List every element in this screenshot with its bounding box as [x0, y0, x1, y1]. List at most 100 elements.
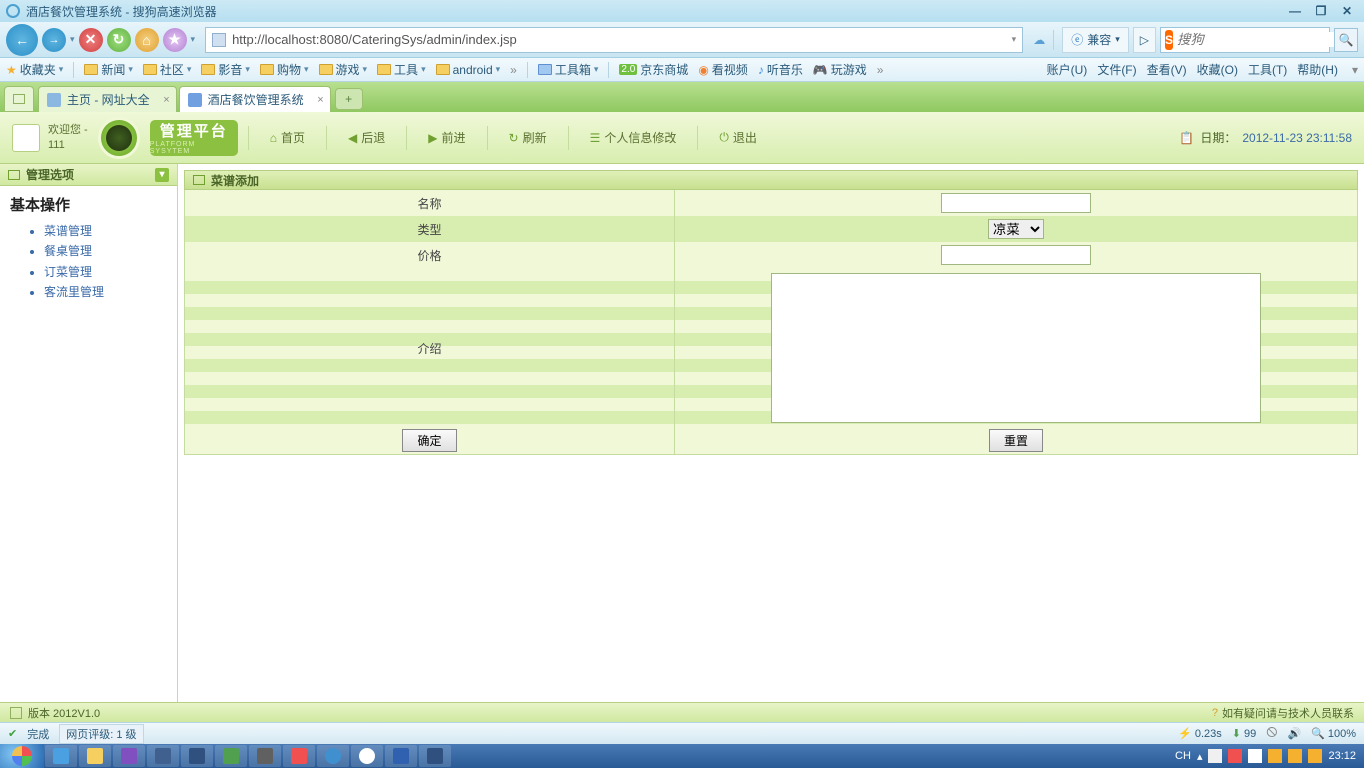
- nav-refresh[interactable]: ↻刷新: [498, 125, 558, 151]
- task-ie[interactable]: [45, 745, 77, 767]
- tray-icon[interactable]: [1288, 749, 1302, 763]
- sidebar-item-recipe[interactable]: 菜谱管理: [44, 221, 167, 241]
- quick-video[interactable]: ◉看视频: [698, 61, 748, 78]
- ime-indicator[interactable]: CH: [1175, 750, 1191, 762]
- menu-help[interactable]: 帮助(H): [1297, 61, 1338, 78]
- bm-community[interactable]: 社区▾: [143, 61, 192, 78]
- home-button[interactable]: ⌂: [135, 28, 159, 52]
- task-explorer[interactable]: [79, 745, 111, 767]
- go-button[interactable]: ▷: [1133, 27, 1156, 53]
- label-type: 类型: [185, 216, 675, 242]
- task-qq[interactable]: [351, 745, 383, 767]
- menu-fav[interactable]: 收藏(O): [1197, 61, 1238, 78]
- cloud-icon[interactable]: ☁: [1033, 33, 1045, 47]
- app-header: 欢迎您 - 111 管理平台 PLATFORM SYSYTEM ⌂首页 ◀后退 …: [0, 112, 1364, 164]
- quick-music[interactable]: ♪听音乐: [758, 61, 803, 78]
- browser-navbar: ← → ▾ ✕ ↻ ⌂ ★ ▾ ▾ ☁ ⓔ 兼容 ▾ ▷ S 🔍: [0, 22, 1364, 58]
- close-button[interactable]: ✕: [1336, 3, 1358, 19]
- task-word[interactable]: [385, 745, 417, 767]
- close-icon[interactable]: ×: [163, 94, 169, 106]
- toolbox-menu[interactable]: 工具箱▾: [538, 61, 599, 78]
- menu-account[interactable]: 账户(U): [1047, 61, 1088, 78]
- status-rating: 网页评级: 1 级: [59, 724, 143, 744]
- forward-button[interactable]: →: [42, 28, 66, 52]
- task-app1[interactable]: [113, 745, 145, 767]
- submit-button[interactable]: 确定: [402, 429, 456, 452]
- minimize-button[interactable]: —: [1284, 3, 1306, 19]
- dropdown-icon[interactable]: ▾: [1012, 34, 1017, 45]
- tab-homepage[interactable]: 主页 - 网址大全×: [38, 86, 177, 112]
- sidebar-item-table[interactable]: 餐桌管理: [44, 241, 167, 261]
- compat-mode-button[interactable]: ⓔ 兼容 ▾: [1062, 27, 1129, 53]
- tray-flag-icon[interactable]: [1248, 749, 1262, 763]
- reload-button[interactable]: ↻: [107, 28, 131, 52]
- tray-icon[interactable]: [1268, 749, 1282, 763]
- input-price[interactable]: [941, 245, 1091, 265]
- sidebar-item-order[interactable]: 订菜管理: [44, 262, 167, 282]
- task-app2[interactable]: [147, 745, 179, 767]
- bm-news[interactable]: 新闻▾: [84, 61, 133, 78]
- search-input[interactable]: [1177, 32, 1356, 47]
- search-box[interactable]: S: [1160, 27, 1330, 53]
- url-input[interactable]: [232, 32, 1006, 47]
- task-app4[interactable]: [215, 745, 247, 767]
- brand-cn: 管理平台: [160, 120, 228, 141]
- sidebar-title: 管理选项: [26, 166, 74, 183]
- menu-file[interactable]: 文件(F): [1097, 61, 1136, 78]
- back-button[interactable]: ←: [6, 24, 38, 56]
- bm-android[interactable]: android▾: [436, 63, 501, 77]
- nav-home[interactable]: ⌂首页: [259, 125, 316, 151]
- nav-logout[interactable]: ⏻退出: [708, 125, 768, 151]
- task-app3[interactable]: [181, 745, 213, 767]
- textarea-intro[interactable]: [771, 273, 1261, 423]
- row-type: 类型 凉菜: [185, 216, 1358, 242]
- block-icon[interactable]: 🛇: [1266, 724, 1277, 743]
- tray-icon[interactable]: [1228, 749, 1242, 763]
- new-tab-button[interactable]: +: [335, 88, 363, 110]
- help-icon: ?: [1212, 707, 1218, 719]
- task-app7[interactable]: [419, 745, 451, 767]
- panel-icon: [193, 175, 205, 185]
- sidebar-item-traffic[interactable]: 客流里管理: [44, 282, 167, 302]
- ie-icon: ⓔ: [1071, 31, 1083, 48]
- menu-tool[interactable]: 工具(T): [1248, 61, 1287, 78]
- row-actions: 确定 重置: [185, 428, 1358, 454]
- nav-back[interactable]: ◀后退: [337, 125, 396, 151]
- tab-catering[interactable]: 酒店餐饮管理系统×: [179, 86, 331, 112]
- close-icon[interactable]: ×: [317, 94, 323, 106]
- stop-button[interactable]: ✕: [79, 28, 103, 52]
- bm-shopping[interactable]: 购物▾: [260, 61, 309, 78]
- menu-view[interactable]: 查看(V): [1147, 61, 1187, 78]
- favorites-menu[interactable]: ★收藏夹▾: [6, 61, 63, 78]
- favorite-button[interactable]: ★: [163, 28, 187, 52]
- collapse-button[interactable]: ▾: [155, 168, 169, 182]
- system-tray: CH ▴ 23:12: [1167, 749, 1364, 763]
- search-button[interactable]: 🔍: [1334, 28, 1358, 52]
- bm-games[interactable]: 游戏▾: [319, 61, 368, 78]
- sound-icon[interactable]: 🔊: [1287, 727, 1301, 740]
- task-sogou[interactable]: [317, 745, 349, 767]
- input-name[interactable]: [941, 193, 1091, 213]
- clock[interactable]: 23:12: [1328, 750, 1356, 762]
- tray-up-icon[interactable]: ▴: [1197, 750, 1203, 763]
- bm-media[interactable]: 影音▾: [201, 61, 250, 78]
- quick-game[interactable]: 🎮玩游戏: [813, 61, 867, 78]
- download-count[interactable]: ⬇99: [1232, 727, 1256, 740]
- zoom-control[interactable]: 🔍100%: [1311, 727, 1356, 740]
- tray-icon[interactable]: [1208, 749, 1222, 763]
- task-app5[interactable]: [249, 745, 281, 767]
- nav-profile[interactable]: ☰个人信息修改: [579, 125, 688, 151]
- tray-icon[interactable]: [1308, 749, 1322, 763]
- quick-jd[interactable]: 2.0京东商城: [619, 61, 688, 78]
- date-label: 日期：: [1200, 129, 1236, 146]
- select-type[interactable]: 凉菜: [988, 219, 1044, 239]
- maximize-button[interactable]: ❐: [1310, 3, 1332, 19]
- task-app6[interactable]: [283, 745, 315, 767]
- titlebar: 酒店餐饮管理系统 - 搜狗高速浏览器 — ❐ ✕: [0, 0, 1364, 22]
- nav-forward[interactable]: ▶前进: [417, 125, 476, 151]
- bm-tools[interactable]: 工具▾: [377, 61, 426, 78]
- start-button[interactable]: [0, 744, 44, 768]
- reset-button[interactable]: 重置: [989, 429, 1043, 452]
- address-bar[interactable]: ▾: [205, 27, 1023, 53]
- tab-list-button[interactable]: [4, 86, 34, 112]
